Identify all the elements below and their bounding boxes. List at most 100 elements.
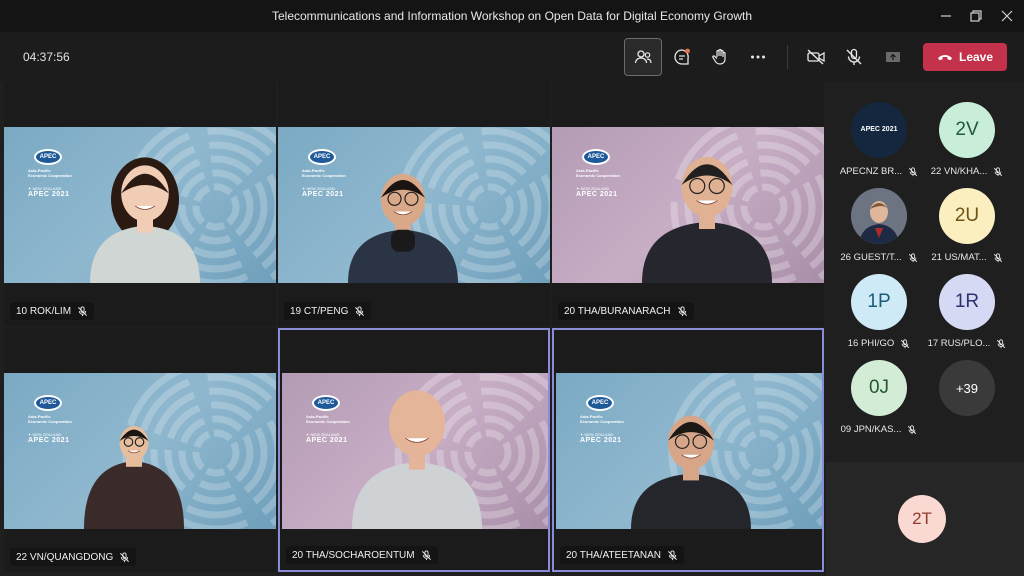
mic-off-icon	[997, 338, 1006, 348]
minimize-icon[interactable]	[936, 6, 956, 26]
participant-name: 10 ROK/LIM	[16, 305, 72, 317]
video-feed: APEC Asia-Pacific Economic Cooperation ✦ …	[556, 373, 822, 529]
mic-off-icon	[355, 305, 365, 316]
participant-thumb-name: 09 JPN/KAS...	[840, 424, 902, 435]
meeting-toolbar: 04:37:56 Leave	[0, 32, 1024, 82]
participant-thumb-label: 22 VN/KHA...	[922, 166, 1012, 177]
participant-name-tag: 10 ROK/LIM	[10, 302, 95, 320]
meeting-timer: 04:37:56	[23, 50, 70, 64]
video-feed: APEC Asia-Pacific Economic Cooperation ✦ …	[278, 127, 550, 283]
more-actions-button[interactable]	[739, 38, 777, 76]
participant-figure	[348, 173, 458, 283]
video-feed: APEC Asia-Pacific Economic Cooperation ✦ …	[282, 373, 548, 529]
participant-figure	[84, 426, 184, 529]
participant-name: 20 THA/SOCHAROENTUM	[292, 549, 415, 561]
participant-name-tag: 19 CT/PENG	[284, 302, 372, 320]
overflow-participants[interactable]: +39	[922, 360, 1012, 442]
participant-avatar: APEC 2021	[851, 102, 907, 158]
window-title: Telecommunications and Information Works…	[271, 9, 752, 23]
chat-icon	[674, 48, 690, 65]
participant-figure	[90, 157, 200, 283]
mic-toggle-button[interactable]	[835, 38, 873, 76]
people-icon	[634, 50, 652, 64]
participant-thumb-name: 22 VN/KHA...	[930, 166, 988, 177]
participant-avatar: 0J	[851, 360, 907, 416]
hand-icon	[712, 48, 726, 65]
participant-name-tag: 20 THA/SOCHAROENTUM	[286, 546, 438, 564]
video-tile[interactable]: APEC Asia-Pacific Economic Cooperation ✦ …	[552, 328, 824, 572]
participant-thumb-label: APECNZ BR...	[834, 166, 924, 177]
participant-name-tag: 20 THA/BURANARACH	[558, 302, 694, 320]
video-feed: APEC Asia-Pacific Economic Cooperation ✦ …	[4, 127, 276, 283]
video-tile[interactable]: APEC Asia-Pacific Economic Cooperation ✦ …	[4, 328, 276, 572]
participant-thumb-label: 09 JPN/KAS...	[834, 424, 924, 435]
mic-off-icon	[668, 549, 678, 560]
participant-thumbnail[interactable]: 0J 09 JPN/KAS...	[834, 360, 924, 442]
more-icon	[751, 55, 765, 59]
video-tile[interactable]: APEC Asia-Pacific Economic Cooperation ✦ …	[278, 328, 550, 572]
participant-avatar	[851, 188, 907, 244]
mic-off-icon	[908, 252, 917, 262]
participant-figure	[631, 415, 751, 529]
video-tile[interactable]: APEC Asia-Pacific Economic Cooperation ✦ …	[278, 82, 550, 326]
mic-off-icon	[120, 551, 130, 562]
toolbar-divider	[787, 45, 788, 69]
self-avatar: 2T	[898, 495, 946, 543]
video-feed: APEC Asia-Pacific Economic Cooperation ✦ …	[552, 127, 824, 283]
mic-off-icon	[421, 549, 431, 560]
participant-thumb-name: APECNZ BR...	[839, 166, 903, 177]
participant-thumb-label: 16 PHI/GO	[834, 338, 924, 349]
mic-off-icon	[846, 48, 862, 65]
video-feed: APEC Asia-Pacific Economic Cooperation ✦ …	[4, 373, 276, 529]
participant-thumb-name: 26 GUEST/T...	[840, 252, 902, 263]
restore-icon[interactable]	[966, 6, 986, 26]
participant-thumbnail[interactable]: 1P 16 PHI/GO	[834, 274, 924, 356]
video-tile[interactable]: APEC Asia-Pacific Economic Cooperation ✦ …	[552, 82, 824, 326]
participant-name-tag: 20 THA/ATEETANAN	[560, 546, 685, 564]
title-bar: Telecommunications and Information Works…	[0, 0, 1024, 32]
video-stage: APEC Asia-Pacific Economic Cooperation ✦ …	[0, 82, 826, 576]
participant-thumb-name: 16 PHI/GO	[847, 338, 895, 349]
hangup-icon	[937, 55, 952, 61]
self-view[interactable]: 2T	[826, 462, 1024, 576]
participant-thumb-label: 21 US/MAT...	[922, 252, 1012, 263]
participant-avatar: 1R	[939, 274, 995, 330]
participant-avatar: 2V	[939, 102, 995, 158]
participant-thumb-label: 26 GUEST/T...	[834, 252, 924, 263]
raise-hand-button[interactable]	[701, 38, 739, 76]
participant-thumbnail[interactable]: 2U 21 US/MAT...	[922, 188, 1012, 270]
participant-thumb-label: 17 RUS/PLO...	[922, 338, 1012, 349]
participant-thumbnail[interactable]: 2V 22 VN/KHA...	[922, 102, 1012, 184]
mic-off-icon	[993, 252, 1002, 262]
participant-figure	[642, 157, 772, 283]
participant-name: 20 THA/BURANARACH	[564, 305, 671, 317]
participant-thumbnail[interactable]: APEC 2021 APECNZ BR...	[834, 102, 924, 184]
leave-button[interactable]: Leave	[923, 43, 1007, 71]
participant-name-tag: 22 VN/QUANGDONG	[10, 548, 137, 566]
participants-button[interactable]	[624, 38, 662, 76]
camera-toggle-button[interactable]	[797, 38, 835, 76]
share-screen-button[interactable]	[874, 38, 912, 76]
apec-logo-avatar: APEC 2021	[860, 126, 898, 133]
participant-thumbnail[interactable]: 1R 17 RUS/PLO...	[922, 274, 1012, 356]
participant-avatar: +39	[939, 360, 995, 416]
mic-off-icon	[994, 166, 1003, 176]
share-icon	[886, 52, 900, 62]
close-icon[interactable]	[997, 6, 1017, 26]
chat-button[interactable]	[663, 38, 701, 76]
mic-off-icon	[901, 338, 910, 348]
mic-off-icon	[677, 305, 687, 316]
leave-label: Leave	[958, 50, 994, 64]
participant-name: 19 CT/PENG	[290, 305, 349, 317]
camera-off-icon	[807, 49, 825, 65]
participant-name: 22 VN/QUANGDONG	[16, 551, 114, 563]
participant-thumbnail[interactable]: 26 GUEST/T...	[834, 188, 924, 270]
participant-avatar: 2U	[939, 188, 995, 244]
video-tile[interactable]: APEC Asia-Pacific Economic Cooperation ✦ …	[4, 82, 276, 326]
profile-photo	[851, 188, 907, 244]
participant-figure	[352, 390, 482, 529]
participant-thumb-name: 21 US/MAT...	[931, 252, 987, 263]
mic-off-icon	[909, 166, 918, 176]
mic-off-icon	[78, 305, 88, 316]
participant-thumb-name: 17 RUS/PLO...	[927, 338, 991, 349]
